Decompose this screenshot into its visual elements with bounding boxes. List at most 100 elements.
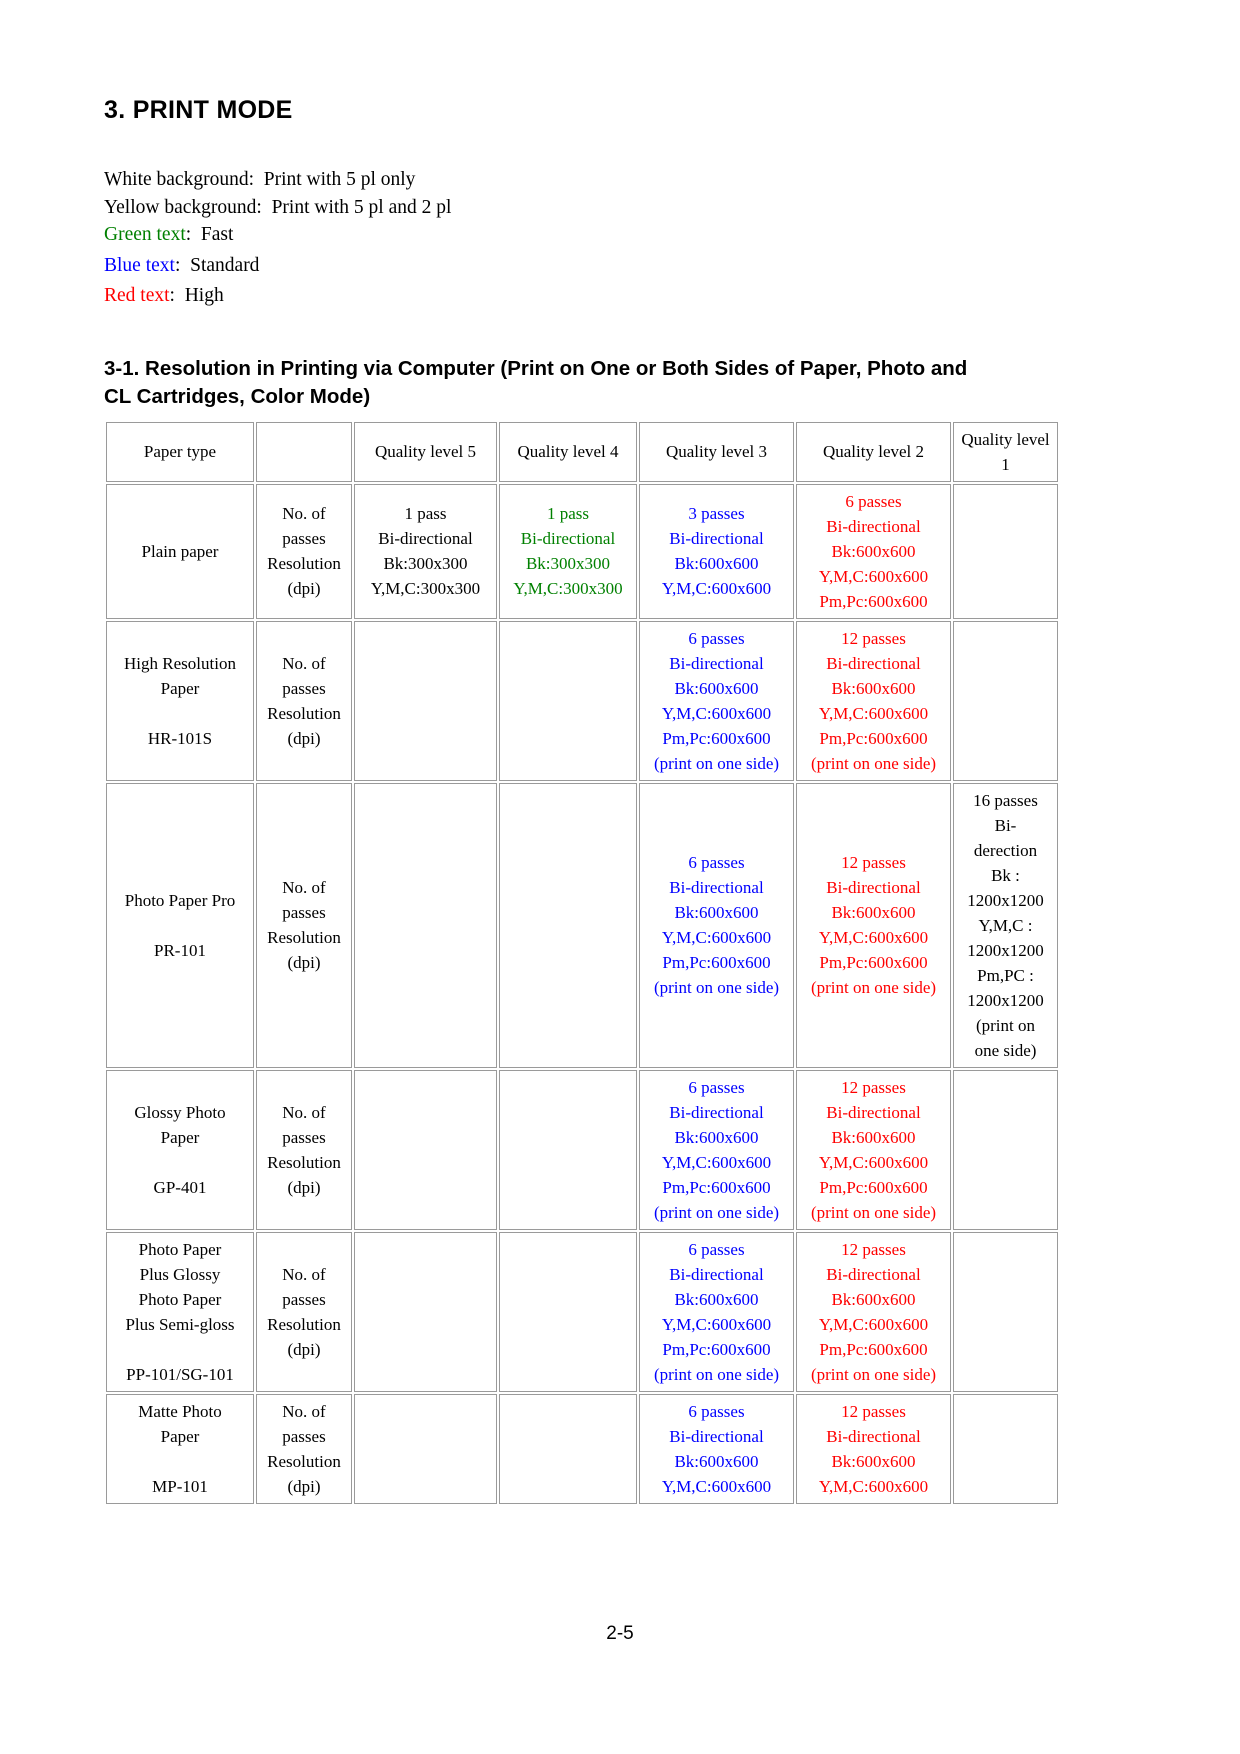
paper-type-cell: Photo Paper Pro PR-101 [106,782,254,1068]
measure-label-line: No. of [282,878,326,897]
spec-line: Pm,Pc:600x600 [662,1177,771,1197]
spec-line: Bk:600x600 [674,1127,759,1147]
spec-line: Bi-directional [826,516,921,536]
document-page: 3. PRINT MODE White background: Print wi… [0,0,1240,1754]
measure-label-line: Resolution [267,1314,341,1334]
spec-line: derection [973,840,1038,860]
spec-line: 12 passes [841,1239,906,1259]
table-row: High Resolution Paper HR-101S No. of passes… [106,620,1058,781]
legend-line: Yellow background: Print with 5 pl and 2… [104,195,1104,221]
paper-type-cell: Matte Photo Paper MP-101 [106,1393,254,1504]
quality-q2-cell: 6 passes Bi-directional Bk:600x600 Y,M,C:60… [796,483,951,619]
spec-line: Y,M,C:300x300 [513,579,623,598]
paper-type-line: Photo Paper [138,1239,222,1259]
paper-type-line [110,1150,250,1175]
spec-line: 1200x1200 [967,940,1044,960]
subsection-title: 3-1. Resolution in Printing via Computer… [104,356,968,408]
measure-label-line: passes [282,1426,326,1446]
spec-line: Y,M,C:600x600 [818,1314,929,1334]
spec-line: one side) [974,1040,1037,1060]
legend-line: Green text: Fast [104,222,1104,248]
spec-line: Bi-directional [826,653,921,673]
paper-type-line: PP-101/SG-101 [126,1364,234,1384]
spec-line: Y,M,C:600x600 [818,928,929,947]
paper-type-line: Paper [160,1127,200,1147]
legend-block: White background: Print with 5 pl only Ye… [104,167,1104,309]
page-content: 3. PRINT MODE White background: Print wi… [104,96,1104,1506]
quality-q1-cell [953,620,1058,781]
spec-line: Bk:600x600 [674,903,759,922]
measure-label-line: No. of [282,504,326,523]
spec-line: Y,M,C:600x600 [661,1314,772,1334]
spec-line: 1200x1200 [967,990,1044,1010]
quality-q4-cell [499,1231,637,1392]
print-mode-table: Paper type Quality level 5 Quality level 4… [104,419,1060,1506]
spec-line: Y,M,C:600x600 [661,579,772,598]
paper-type-line: Glossy Photo [134,1102,226,1122]
spec-line: Bk:600x600 [674,1451,759,1471]
legend-label: Green text [104,224,186,245]
quality-q1-cell [953,1231,1058,1392]
quality-q2-cell: 12 passes Bi-directional Bk:600x600 Y,M,C:6… [796,1069,951,1230]
spec-line: Bi-directional [826,878,921,897]
legend-line: Blue text: Standard [104,253,1104,279]
spec-line: Bk:600x600 [831,1451,916,1471]
spec-line: Bk:600x600 [674,1289,759,1309]
paper-type-line: HR-101S [147,728,213,748]
spec-line: Y,M,C:600x600 [818,566,929,586]
spec-line: Bk : [991,865,1020,885]
paper-type-line: Photo Paper [138,1289,222,1309]
measure-label-line: Resolution [267,1152,341,1172]
spec-line: (print on one side) [653,1364,780,1384]
measure-label-line: (dpi) [287,1177,321,1197]
paper-type-line: Photo Paper Pro [124,890,236,910]
quality-q5-cell: 1 pass Bi-directional Bk:300x300 Y,M,C:300x… [354,483,497,619]
column-header-1 [256,421,352,482]
spec-line: (print on one side) [810,1364,937,1384]
measure-label-cell: No. of passes Resolution (dpi) [256,1069,352,1230]
spec-line: Bi-directional [826,1264,921,1284]
paper-type-line: GP-401 [153,1177,207,1197]
legend-label: Blue text [104,254,175,276]
table-row: Plain paper No. of passes Resolution (dpi) 1 … [106,483,1058,619]
legend-label: Yellow background: [104,196,262,218]
spec-line: 12 passes [841,1077,906,1097]
spec-line: (print on one side) [653,753,780,773]
spec-line: 12 passes [841,1401,906,1421]
quality-q2-cell: 12 passes Bi-directional Bk:600x600 Y,M,C:6… [796,1393,951,1504]
paper-type-cell: Photo Paper Plus Glossy Photo Paper Plus Se… [106,1231,254,1392]
legend-label: Red text [104,285,170,306]
measure-label-cell: No. of passes Resolution (dpi) [256,782,352,1068]
spec-line: 6 passes [688,628,745,648]
paper-type-line: High Resolution [124,653,236,673]
column-header-0: Paper type [106,421,254,482]
quality-q5-cell [354,1069,497,1230]
spec-line: 1 pass [404,504,447,523]
paper-type-line: Paper [160,678,200,698]
legend-value: : Standard [174,254,260,276]
legend-line: White background: Print with 5 pl only [104,167,1104,193]
spec-line: Bk:600x600 [674,554,759,573]
spec-line: Y,M,C:600x600 [661,1476,772,1496]
spec-line: Bi-directional [669,1426,764,1446]
spec-line: (print on one side) [810,978,937,997]
spec-line: Bi-directional [669,653,764,673]
quality-q1-cell [953,483,1058,619]
spec-line: (print on [975,1015,1036,1035]
quality-q4-cell [499,782,637,1068]
spec-line: (print on one side) [810,1202,937,1222]
spec-line: 6 passes [688,1401,745,1421]
quality-q1-cell: 16 passes Bi-derection Bk : 1200x1200 Y,M,C … [953,782,1058,1068]
spec-line: (print on one side) [653,1202,780,1222]
spec-line: Bi-directional [669,1264,764,1284]
spec-line: 1 pass [546,504,590,523]
quality-q3-cell: 3 passes Bi-directional Bk:600x600 Y,M,C:60… [639,483,794,619]
paper-type-line: Matte Photo [138,1401,222,1421]
paper-type-line: PR-101 [154,940,206,960]
column-header-5: Quality level 2 [796,421,951,482]
spec-line: 12 passes [841,628,906,648]
table-header-row: Paper type Quality level 5 Quality level 4… [106,421,1058,482]
spec-line: Pm,Pc:600x600 [662,1339,771,1359]
paper-type-line: Plus Semi-gloss [125,1314,235,1334]
paper-type-cell: Plain paper [106,483,254,619]
